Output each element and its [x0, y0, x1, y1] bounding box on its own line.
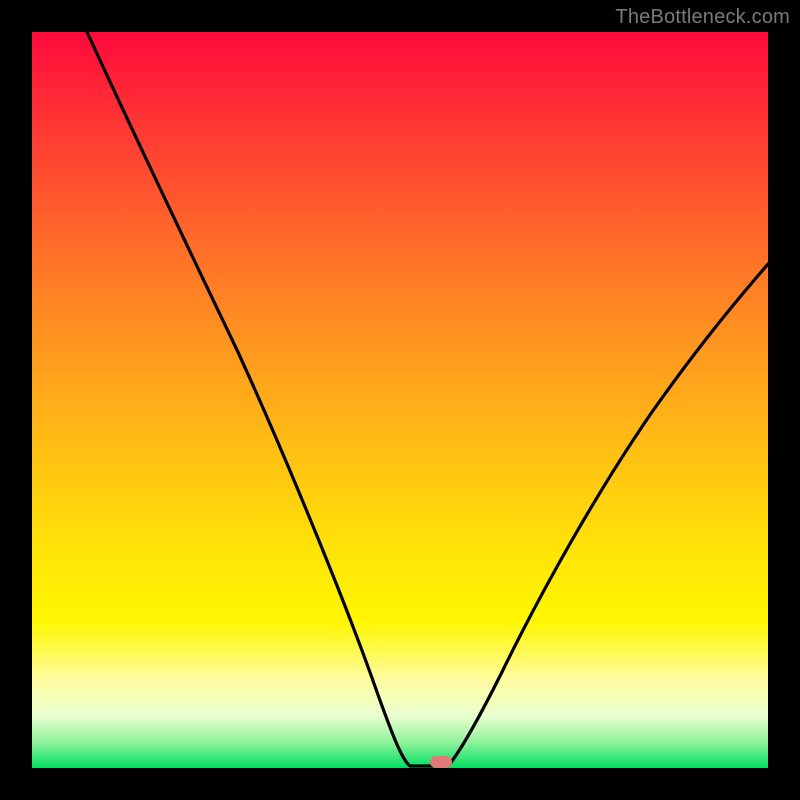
attribution-text: TheBottleneck.com	[615, 6, 790, 29]
bottleneck-curve	[32, 32, 768, 768]
curve-path	[87, 32, 768, 766]
plot-area	[32, 32, 768, 768]
chart-frame: TheBottleneck.com	[0, 0, 800, 800]
optimal-point-marker	[430, 756, 452, 768]
